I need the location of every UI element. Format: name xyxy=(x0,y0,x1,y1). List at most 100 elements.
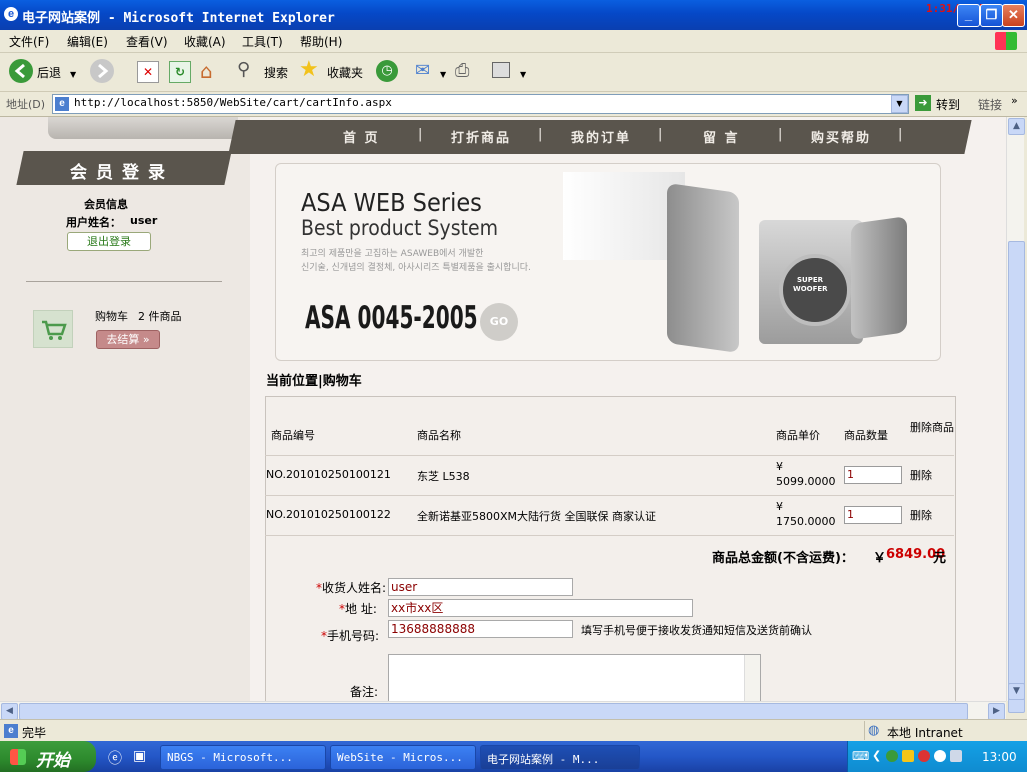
scroll-up-icon[interactable]: ▲ xyxy=(1008,118,1025,135)
refresh-icon[interactable]: ↻ xyxy=(169,61,191,83)
quicklaunch-desktop-icon[interactable]: ▣ xyxy=(133,748,146,764)
edit-icon[interactable] xyxy=(492,62,510,78)
menu-view[interactable]: 查看(V) xyxy=(126,33,168,50)
tray-app-icon[interactable] xyxy=(918,750,930,762)
horizontal-scroll-thumb[interactable] xyxy=(19,703,968,720)
tray-app-icon[interactable] xyxy=(886,750,898,762)
col-header-id: 商品编号 xyxy=(271,429,315,442)
back-button-label[interactable]: 后退 xyxy=(37,64,61,81)
breadcrumb: 当前位置|购物车 xyxy=(266,374,362,389)
start-label: 开始 xyxy=(36,751,70,770)
search-button-label[interactable]: 搜索 xyxy=(264,64,288,81)
back-dropdown-icon[interactable]: ▼ xyxy=(70,70,76,79)
vertical-scroll-thumb[interactable] xyxy=(1008,241,1025,713)
taskbar-clock: 13:00 xyxy=(982,750,1017,764)
row1-delete-link[interactable]: 删除 xyxy=(910,467,932,483)
go-arrow-icon[interactable]: ➜ xyxy=(915,95,931,111)
receiver-name-input[interactable]: user xyxy=(388,578,573,596)
scroll-left-icon[interactable]: ◀ xyxy=(1,703,18,720)
tray-app-icon[interactable] xyxy=(934,750,946,762)
banner-subtitle: Best product System xyxy=(301,216,499,240)
vertical-scrollbar[interactable]: ▲ ▼ xyxy=(1006,117,1025,713)
search-icon[interactable]: ⚲ xyxy=(237,59,250,80)
checkout-button[interactable]: 去结算 » xyxy=(96,330,160,349)
favorites-star-icon[interactable]: ★ xyxy=(299,57,319,82)
quicklaunch-ie-icon[interactable]: ⓔ xyxy=(108,748,122,768)
scroll-right-icon[interactable]: ▶ xyxy=(988,703,1005,720)
phone-label: *手机号码: xyxy=(321,629,380,643)
banner-series-title: ASA WEB Series xyxy=(301,188,482,217)
window-title: 电子网站案例 - Microsoft Internet Explorer xyxy=(22,11,335,26)
page-done-icon: e xyxy=(4,724,18,738)
taskbar-item-current[interactable]: 电子网站案例 - M... xyxy=(480,745,640,770)
mail-dropdown-icon[interactable]: ▼ xyxy=(440,70,446,79)
ie-icon: e xyxy=(4,7,18,21)
logout-button[interactable]: 退出登录 xyxy=(67,232,151,251)
row2-qty-input[interactable]: 1 xyxy=(844,506,902,524)
nav-help[interactable]: 购买帮助 xyxy=(811,127,871,146)
banner-model-number: ASA 0045-2005 xyxy=(305,300,478,336)
member-login-title: 会员登录 xyxy=(70,163,174,183)
nav-discounts[interactable]: 打折商品 xyxy=(451,127,511,146)
nav-separator: | xyxy=(898,127,903,142)
col-header-qty: 商品数量 xyxy=(844,429,888,442)
col-header-name: 商品名称 xyxy=(417,429,461,442)
row-divider xyxy=(265,495,954,496)
print-icon[interactable]: ⎙ xyxy=(455,60,469,81)
start-button[interactable]: 开始 xyxy=(0,741,96,772)
nav-separator: | xyxy=(658,127,663,142)
nav-my-orders[interactable]: 我的订单 xyxy=(571,127,631,146)
row2-delete-link[interactable]: 删除 xyxy=(910,507,932,523)
home-icon[interactable]: ⌂ xyxy=(200,59,213,83)
system-tray: ⌨ ❮ 13:00 xyxy=(847,741,1027,772)
taskbar-item-nbgs[interactable]: NBGS - Microsoft... xyxy=(160,745,326,770)
banner-go-button[interactable]: GO xyxy=(480,303,518,341)
menu-help[interactable]: 帮助(H) xyxy=(300,33,342,50)
row-divider xyxy=(265,455,954,456)
go-button-label[interactable]: 转到 xyxy=(936,96,960,113)
address-url[interactable]: http://localhost:5850/WebSite/cart/cartI… xyxy=(74,96,392,109)
total-label: 商品总金额(不含运费)： xyxy=(712,551,854,566)
notes-textarea[interactable] xyxy=(388,654,761,701)
address-dropdown-icon[interactable]: ▼ xyxy=(891,95,908,113)
stop-icon[interactable]: ✕ xyxy=(137,61,159,83)
address-input-field[interactable]: xx市xx区 xyxy=(388,599,693,617)
tray-network-icon[interactable] xyxy=(950,750,962,762)
right-speaker-image xyxy=(851,216,907,340)
nav-messages[interactable]: 留 言 xyxy=(703,127,740,146)
maximize-button[interactable]: ❐ xyxy=(980,4,1003,27)
taskbar-item-website[interactable]: WebSite - Micros... xyxy=(330,745,476,770)
row2-currency: ¥ xyxy=(776,500,783,513)
tray-expand-icon[interactable]: ❮ xyxy=(872,749,881,762)
subwoofer-image: SUPER WOOFER xyxy=(759,220,863,344)
row1-qty-input[interactable]: 1 xyxy=(844,466,902,484)
scroll-down-icon[interactable]: ▼ xyxy=(1008,683,1025,700)
row1-name: 东芝 L538 xyxy=(417,470,470,483)
horizontal-scrollbar[interactable]: ◀ ▶ xyxy=(0,701,1006,720)
links-label[interactable]: 链接 xyxy=(978,96,1002,113)
speaker-label-super: SUPER xyxy=(797,276,824,284)
menu-file[interactable]: 文件(F) xyxy=(9,33,49,50)
minimize-button[interactable]: _ xyxy=(957,4,980,27)
left-speaker-image xyxy=(667,182,739,354)
menu-tools[interactable]: 工具(T) xyxy=(242,33,283,50)
username-label: 用户姓名： xyxy=(66,216,121,229)
history-icon[interactable]: ◷ xyxy=(376,60,398,82)
mail-icon[interactable]: ✉ xyxy=(415,60,430,81)
receiver-name-label: *收货人姓名: xyxy=(316,581,387,595)
menu-edit[interactable]: 编辑(E) xyxy=(67,33,108,50)
edit-dropdown-icon[interactable]: ▼ xyxy=(520,70,526,79)
page-viewport: 首 页 | 打折商品 | 我的订单 | 留 言 | 购买帮助 | 会员登录 会员… xyxy=(0,117,1006,701)
notes-scrollbar[interactable] xyxy=(744,655,760,701)
close-button[interactable]: ✕ xyxy=(1002,4,1025,27)
menu-favorites[interactable]: 收藏(A) xyxy=(184,33,226,50)
nav-home[interactable]: 首 页 xyxy=(343,127,380,146)
favorites-button-label[interactable]: 收藏夹 xyxy=(327,64,363,81)
chevron-right-icon[interactable]: » xyxy=(1011,94,1018,107)
forward-arrow-icon[interactable] xyxy=(90,59,114,83)
back-arrow-icon[interactable] xyxy=(9,59,33,83)
keyboard-icon[interactable]: ⌨ xyxy=(852,749,869,763)
tray-app-icon[interactable] xyxy=(902,750,914,762)
phone-input[interactable]: 13688888888 xyxy=(388,620,573,638)
banner-korean-line2: 신기술, 신개념의 결정체, 아사시리즈 특별제품을 출시합니다. xyxy=(301,263,531,273)
